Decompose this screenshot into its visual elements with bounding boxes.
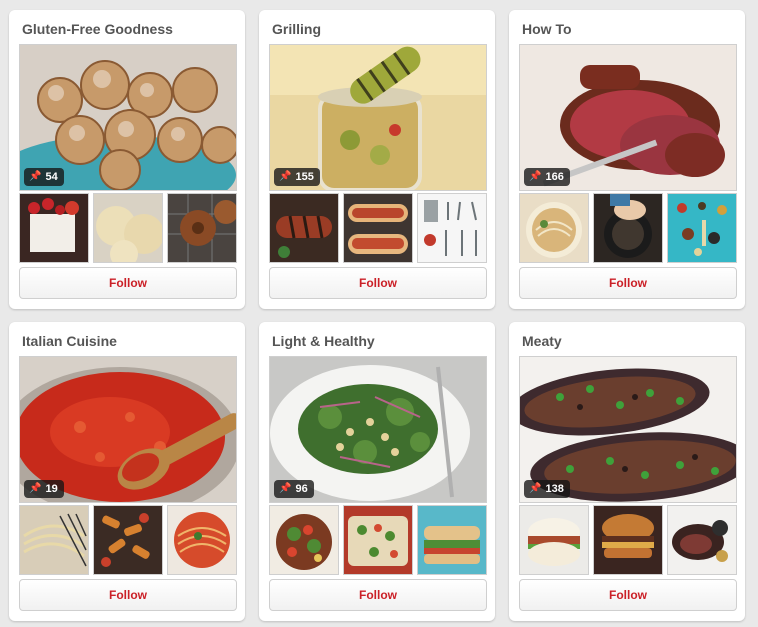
board-card[interactable]: How To 📌 166 Follow xyxy=(509,10,745,309)
board-thumbnail[interactable] xyxy=(519,505,589,575)
pin-count: 166 xyxy=(545,171,564,183)
board-thumbnail[interactable] xyxy=(667,193,737,263)
pin-count-badge: 📌 138 xyxy=(524,480,570,498)
board-thumbnail[interactable] xyxy=(667,505,737,575)
board-thumbnail[interactable] xyxy=(519,193,589,263)
salad-bowl-photo xyxy=(270,506,338,574)
cake-slice-photo xyxy=(20,194,88,262)
board-card[interactable]: Meaty 📌 138 Follow xyxy=(509,322,745,621)
board-title[interactable]: Light & Healthy xyxy=(272,333,375,349)
quinoa-salad-photo xyxy=(344,506,412,574)
board-thumbnails xyxy=(19,193,237,263)
board-title[interactable]: Gluten-Free Goodness xyxy=(22,21,173,37)
grill-tools-photo xyxy=(418,194,486,262)
pin-count-badge: 📌 19 xyxy=(24,480,64,498)
board-thumbnail[interactable] xyxy=(343,505,413,575)
board-card[interactable]: Grilling 📌 155 Follow xyxy=(259,10,495,309)
board-title[interactable]: How To xyxy=(522,21,572,37)
board-cover-image[interactable]: 📌 155 xyxy=(269,44,487,191)
follow-button[interactable]: Follow xyxy=(19,579,237,611)
pasta-basket-photo xyxy=(20,506,88,574)
cooking-pot-photo xyxy=(594,194,662,262)
board-thumbnail[interactable] xyxy=(93,193,163,263)
sausage-photo xyxy=(270,194,338,262)
pin-count: 138 xyxy=(545,483,564,495)
board-thumbnail[interactable] xyxy=(269,505,339,575)
follow-button[interactable]: Follow xyxy=(269,579,487,611)
follow-button[interactable]: Follow xyxy=(269,267,487,299)
board-thumbnail[interactable] xyxy=(593,505,663,575)
pin-icon: 📌 xyxy=(529,483,542,494)
penne-photo xyxy=(94,506,162,574)
pin-count: 19 xyxy=(45,483,58,495)
noodle-soup-photo xyxy=(520,194,588,262)
follow-button[interactable]: Follow xyxy=(519,267,737,299)
board-thumbnails xyxy=(269,193,487,263)
board-thumbnail[interactable] xyxy=(417,505,487,575)
pin-count: 54 xyxy=(45,171,58,183)
steak-photo xyxy=(668,506,736,574)
pin-count-badge: 📌 166 xyxy=(524,168,570,186)
board-thumbnail[interactable] xyxy=(19,193,89,263)
board-thumbnails xyxy=(519,505,737,575)
hot-dog-photo xyxy=(344,194,412,262)
burger-photo xyxy=(594,506,662,574)
board-cover-image[interactable]: 📌 19 xyxy=(19,356,237,503)
board-title[interactable]: Meaty xyxy=(522,333,562,349)
pin-count-badge: 📌 96 xyxy=(274,480,314,498)
board-thumbnails xyxy=(269,505,487,575)
sandwich-photo xyxy=(418,506,486,574)
doughnut-photo xyxy=(168,194,236,262)
board-thumbnails xyxy=(519,193,737,263)
board-thumbnail[interactable] xyxy=(93,505,163,575)
board-cover-image[interactable]: 📌 96 xyxy=(269,356,487,503)
board-card[interactable]: Gluten-Free Goodness 📌 54 Follow xyxy=(9,10,245,309)
pin-icon: 📌 xyxy=(29,483,42,494)
follow-button[interactable]: Follow xyxy=(519,579,737,611)
spaghetti-photo xyxy=(168,506,236,574)
board-thumbnail[interactable] xyxy=(343,193,413,263)
spices-photo xyxy=(668,194,736,262)
pin-count-badge: 📌 155 xyxy=(274,168,320,186)
board-thumbnail[interactable] xyxy=(167,505,237,575)
board-thumbnail[interactable] xyxy=(417,193,487,263)
board-title[interactable]: Grilling xyxy=(272,21,321,37)
follow-button[interactable]: Follow xyxy=(19,267,237,299)
board-thumbnails xyxy=(19,505,237,575)
board-thumbnail[interactable] xyxy=(269,193,339,263)
board-thumbnail[interactable] xyxy=(19,505,89,575)
cookies-photo xyxy=(94,194,162,262)
board-cover-image[interactable]: 📌 138 xyxy=(519,356,737,503)
bao-bun-photo xyxy=(520,506,588,574)
board-title[interactable]: Italian Cuisine xyxy=(22,333,117,349)
pin-count-badge: 📌 54 xyxy=(24,168,64,186)
board-thumbnail[interactable] xyxy=(167,193,237,263)
pin-icon: 📌 xyxy=(279,483,292,494)
board-card[interactable]: Light & Healthy 📌 96 Follow xyxy=(259,322,495,621)
board-cover-image[interactable]: 📌 166 xyxy=(519,44,737,191)
pin-icon: 📌 xyxy=(279,171,292,182)
boards-grid: Gluten-Free Goodness 📌 54 Follow Grillin… xyxy=(0,0,758,627)
board-card[interactable]: Italian Cuisine 📌 19 Follow xyxy=(9,322,245,621)
board-thumbnail[interactable] xyxy=(593,193,663,263)
pin-icon: 📌 xyxy=(529,171,542,182)
pin-count: 96 xyxy=(295,483,308,495)
pin-icon: 📌 xyxy=(29,171,42,182)
pin-count: 155 xyxy=(295,171,314,183)
board-cover-image[interactable]: 📌 54 xyxy=(19,44,237,191)
